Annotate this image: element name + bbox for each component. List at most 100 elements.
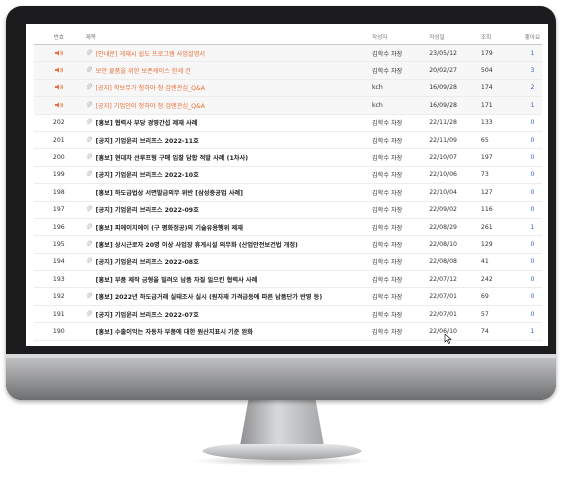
row-title-cell[interactable]: [공지] 기업윤리 브리프스 2022-10호 <box>84 170 372 179</box>
table-row[interactable]: 193 [홍보] 부품 제작 금형을 빌려오 납품 차질 일으킨 협력사 사례 김학… <box>34 271 542 289</box>
row-title[interactable]: [홍보] 상시근로자 20명 이상 사업장 휴게시설 의무화 (산업안전보건법 … <box>96 240 298 249</box>
row-title-cell[interactable]: [공지] 기업윤리 브리프스 2022-09호 <box>84 205 372 214</box>
notice-row[interactable]: [안내문] 게재시 쉽도 프로그램 사업설명서 김학수 차장 23/05/12 179… <box>34 45 542 63</box>
row-title-cell[interactable]: [홍보] 수출이익는 자동차 부품에 대한 원산지표시 기준 완화 <box>84 327 372 336</box>
row-number: 194 <box>52 258 65 266</box>
paperclip-icon <box>86 310 96 319</box>
row-title-cell[interactable]: [안내문] 게재시 쉽도 프로그램 사업설명서 <box>84 49 372 58</box>
speaker-icon <box>34 49 84 57</box>
row-views: 129 <box>480 240 493 248</box>
notice-row[interactable]: [공지] 기업인이 청하아 청 검엔관심_Q&A kch 16/09/28 171 1 <box>34 97 542 115</box>
notice-row[interactable]: [공지] 학보무가 청하아 청 검엔관심_Q&A kch 16/09/28 174 2 <box>34 79 542 98</box>
row-number: 190 <box>52 327 65 335</box>
row-title[interactable]: [홍보] 하도급법상 서면발급의무 위반 [삼성중공업 사례] <box>96 188 243 197</box>
row-likes: 0 <box>530 136 535 144</box>
row-title-cell[interactable]: [홍보] 현대차 선루프형 구매 입찰 담합 적발 사례 (1차사) <box>84 153 372 162</box>
row-title-cell[interactable]: [홍보] 협력사 부당 경영간섭 제재 사례 <box>84 118 372 127</box>
row-title[interactable]: [공지] 기업인이 청하아 청 검엔관심_Q&A <box>96 101 205 110</box>
row-title[interactable]: [공지] 기업윤리 브리프스 2022-07호 <box>96 310 199 319</box>
row-title-cell[interactable]: [공지] 학보무가 청하아 청 검엔관심_Q&A <box>84 83 372 92</box>
row-title-cell[interactable]: [홍보] 피에이치에이 (구 평화정공)의 기술유용행위 제재 <box>84 223 372 232</box>
table-row[interactable]: 190 [홍보] 수출이익는 자동차 부품에 대한 원산지표시 기준 완화 김학수 … <box>34 323 542 341</box>
row-likes: 0 <box>530 293 535 301</box>
header-title[interactable]: 제목 <box>84 33 372 41</box>
row-likes: 0 <box>530 171 535 179</box>
table-row[interactable]: 194 [공지] 기업윤리 브리프스 2022-08호 김학수 차장 22/08/08… <box>34 254 542 272</box>
header-author[interactable]: 작성자 <box>372 33 429 41</box>
paperclip-icon <box>86 240 96 249</box>
row-number: 198 <box>52 188 65 196</box>
row-number: 196 <box>52 223 65 231</box>
row-title[interactable]: [공지] 기업윤리 브리프스 2022-08호 <box>96 257 199 266</box>
table-row[interactable]: 200 [홍보] 현대차 선루프형 구매 입찰 담합 적발 사례 (1차사) 김학수… <box>34 149 542 167</box>
row-title-cell[interactable]: [공지] 기업윤리 브리프스 2022-11호 <box>84 136 372 145</box>
table-row[interactable]: 191 [공지] 기업윤리 브리프스 2022-07호 김학수 차장 22/07/01… <box>34 306 542 324</box>
row-title[interactable]: [안내문] 게재시 쉽도 프로그램 사업설명서 <box>96 49 205 58</box>
row-author: kch <box>371 84 383 92</box>
row-title-cell[interactable]: [공지] 기업인이 청하아 청 검엔관심_Q&A <box>84 101 372 110</box>
row-title[interactable]: [공지] 기업윤리 브리프스 2022-11호 <box>96 136 199 145</box>
row-likes: 0 <box>530 154 535 162</box>
row-views: 69 <box>480 293 489 301</box>
row-likes: 0 <box>530 240 535 248</box>
table-row[interactable]: 201 [공지] 기업윤리 브리프스 2022-11호 김학수 차장 22/11/09… <box>34 132 542 150</box>
paperclip-icon <box>86 257 96 266</box>
table-row[interactable]: 197 [공지] 기업윤리 브리프스 2022-09호 김학수 차장 22/09/02… <box>34 202 542 219</box>
row-author: 김학수 차장 <box>371 68 403 76</box>
row-views: 179 <box>480 49 493 57</box>
table-row[interactable]: 202 [홍보] 협력사 부당 경영간섭 제재 사례 김학수 차장 22/11/28 1… <box>34 115 542 132</box>
monitor-scene: 번호 제목 작성자 작성일 조회 좋아요 [안내문] 게재시 쉽도 프로그램 사… <box>0 0 562 478</box>
row-title-cell[interactable]: 보안 물품을 위한 보존케이스 한세 건 <box>84 66 372 75</box>
row-title[interactable]: [홍보] 피에이치에이 (구 평화정공)의 기술유용행위 제재 <box>96 223 243 232</box>
table-header: 번호 제목 작성자 작성일 조회 좋아요 <box>34 30 542 45</box>
row-views: 116 <box>480 206 493 214</box>
row-likes: 0 <box>530 188 535 196</box>
row-title[interactable]: [홍보] 협력사 부당 경영간섭 제재 사례 <box>96 118 198 127</box>
row-title-cell[interactable]: [홍보] 부품 제작 금형을 빌려오 납품 차질 일으킨 협력사 사례 <box>84 275 372 284</box>
row-date: 22/09/02 <box>429 206 457 214</box>
monitor-stand-neck <box>240 400 324 446</box>
row-likes: 3 <box>530 67 535 75</box>
notice-row[interactable]: 보안 물품을 위한 보존케이스 한세 건 김학수 차장 20/02/27 504 3 <box>34 62 542 80</box>
table-row[interactable]: 198 [홍보] 하도급법상 서면발급의무 위반 [삼성중공업 사례] 김학수 차장… <box>34 184 542 202</box>
row-views: 197 <box>480 154 493 162</box>
row-title[interactable]: [홍보] 2022년 하도급거래 실태조사 실시 (원자재 가격급등에 따른 납… <box>96 292 323 301</box>
header-views[interactable]: 조회 <box>477 33 523 41</box>
row-views: 261 <box>480 223 493 231</box>
header-date[interactable]: 작성일 <box>429 33 477 41</box>
row-title[interactable]: [공지] 기업윤리 브리프스 2022-10호 <box>96 170 199 179</box>
row-likes: 1 <box>530 49 535 57</box>
row-date: 16/09/28 <box>429 84 457 92</box>
row-date: 22/10/06 <box>429 171 457 179</box>
row-title[interactable]: [홍보] 부품 제작 금형을 빌려오 납품 차질 일으킨 협력사 사례 <box>96 275 258 284</box>
table-row[interactable]: 199 [공지] 기업윤리 브리프스 2022-10호 김학수 차장 22/10/06… <box>34 167 542 185</box>
table-row[interactable]: 196 [홍보] 피에이치에이 (구 평화정공)의 기술유용행위 제재 김학수 차장… <box>34 219 542 237</box>
row-title[interactable]: [공지] 기업윤리 브리프스 2022-09호 <box>96 205 199 214</box>
row-title-cell[interactable]: [홍보] 하도급법상 서면발급의무 위반 [삼성중공업 사례] <box>84 188 372 197</box>
row-date: 22/11/28 <box>429 119 457 127</box>
row-title-cell[interactable]: [공지] 기업윤리 브리프스 2022-08호 <box>84 257 372 266</box>
row-author: 김학수 차장 <box>371 50 403 58</box>
row-date: 22/07/01 <box>429 310 457 318</box>
row-views: 41 <box>480 258 489 266</box>
header-likes[interactable]: 좋아요 <box>523 33 542 41</box>
row-number: 195 <box>52 240 65 248</box>
row-title[interactable]: [홍보] 수출이익는 자동차 부품에 대한 원산지표시 기준 완화 <box>96 327 253 336</box>
header-num[interactable]: 번호 <box>34 33 84 41</box>
row-title-cell[interactable]: [홍보] 상시근로자 20명 이상 사업장 휴게시설 의무화 (산업안전보건법 … <box>84 240 372 249</box>
row-title-cell[interactable]: [공지] 기업윤리 브리프스 2022-07호 <box>84 310 372 319</box>
row-date: 23/05/12 <box>429 49 457 57</box>
row-date: 22/11/09 <box>429 136 457 144</box>
row-title-cell[interactable]: [홍보] 2022년 하도급거래 실태조사 실시 (원자재 가격급등에 따른 납… <box>84 292 372 301</box>
row-number: 202 <box>52 119 65 127</box>
row-title[interactable]: [홍보] 현대차 선루프형 구매 입찰 담합 적발 사례 (1차사) <box>96 153 248 162</box>
row-author: 김학수 차장 <box>371 207 403 215</box>
row-author: 김학수 차장 <box>371 328 403 336</box>
row-title[interactable]: [공지] 학보무가 청하아 청 검엔관심_Q&A <box>96 83 205 92</box>
mouse-cursor-icon <box>444 334 452 344</box>
row-title[interactable]: 보안 물품을 위한 보존케이스 한세 건 <box>96 66 191 75</box>
table-row[interactable]: 192 [홍보] 2022년 하도급거래 실태조사 실시 (원자재 가격급등에 따… <box>34 288 542 306</box>
row-views: 127 <box>480 188 493 196</box>
monitor: 번호 제목 작성자 작성일 조회 좋아요 [안내문] 게재시 쉽도 프로그램 사… <box>6 6 556 400</box>
table-row[interactable]: 195 [홍보] 상시근로자 20명 이상 사업장 휴게시설 의무화 (산업안전보… <box>34 236 542 254</box>
